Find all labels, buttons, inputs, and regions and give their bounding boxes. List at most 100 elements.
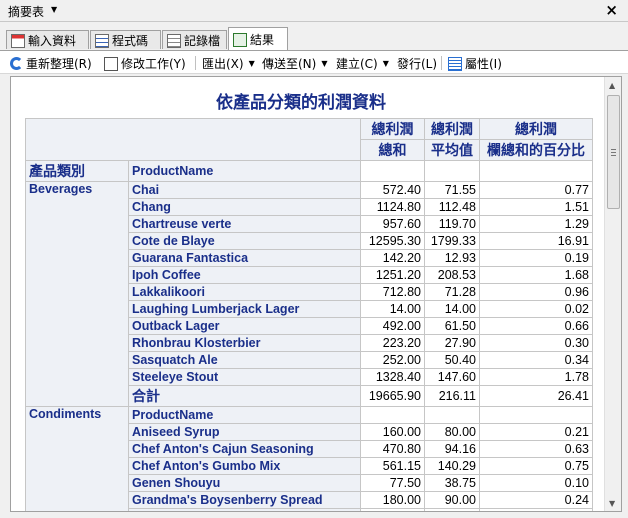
col-header-avg-l1: 總利潤 bbox=[424, 118, 480, 140]
properties-label: 屬性(I) bbox=[465, 57, 502, 71]
sum-cell: 957.60 bbox=[360, 215, 425, 233]
product-name-cell: Genen Shouyu bbox=[128, 474, 361, 492]
blank-cell bbox=[360, 406, 425, 424]
col-header-pct-l1: 總利潤 bbox=[479, 118, 593, 140]
refresh-button[interactable]: 重新整理(R) bbox=[10, 55, 92, 72]
avg-cell: 208.53 bbox=[424, 266, 480, 284]
total-avg-cell: 216.11 bbox=[424, 385, 480, 407]
sum-cell: 703.10 bbox=[360, 508, 425, 511]
scroll-up-icon[interactable]: ▲ bbox=[609, 81, 615, 90]
chevron-down-icon: ▼ bbox=[382, 59, 389, 68]
publish-button[interactable]: 發行(L) bbox=[397, 55, 437, 72]
sum-cell: 142.20 bbox=[360, 249, 425, 267]
avg-cell: 140.29 bbox=[424, 457, 480, 475]
avg-cell: 61.50 bbox=[424, 317, 480, 335]
blank-cell bbox=[424, 160, 480, 182]
toolbar-separator bbox=[441, 56, 442, 70]
group-header-row: Condiments ProductName bbox=[25, 406, 593, 511]
tab-label: 記錄檔 bbox=[184, 34, 221, 48]
category-cell: Condiments bbox=[25, 406, 129, 511]
product-name-cell: Aniseed Syrup bbox=[128, 423, 361, 441]
sum-cell: 12595.30 bbox=[360, 232, 425, 250]
col-header-avg-l2: 平均值 bbox=[424, 139, 480, 161]
product-name-cell: Gula Malacca bbox=[128, 508, 361, 511]
log-icon bbox=[167, 33, 181, 48]
tab-code[interactable]: 程式碼 bbox=[90, 30, 161, 49]
sum-cell: 1251.20 bbox=[360, 266, 425, 284]
pct-cell: 0.77 bbox=[479, 181, 593, 199]
product-name-cell: Guarana Fantastica bbox=[128, 249, 361, 267]
send-to-menu-button[interactable]: 傳送至(N) ▼ bbox=[262, 55, 328, 72]
product-name-cell: Chef Anton's Cajun Seasoning bbox=[128, 440, 361, 458]
scrollbar-thumb[interactable] bbox=[607, 95, 620, 209]
modify-task-icon bbox=[104, 56, 118, 71]
tab-input-data[interactable]: 輸入資料 bbox=[6, 30, 89, 49]
properties-button[interactable]: 屬性(I) bbox=[448, 55, 502, 72]
product-name-cell: Steeleye Stout bbox=[128, 368, 361, 386]
pct-cell: 0.19 bbox=[479, 249, 593, 267]
avg-cell: 112.48 bbox=[424, 198, 480, 216]
pct-cell: 0.63 bbox=[479, 440, 593, 458]
sum-cell: 14.00 bbox=[360, 300, 425, 318]
create-menu-button[interactable]: 建立(C) ▼ bbox=[336, 55, 389, 72]
pct-cell: 1.29 bbox=[479, 215, 593, 233]
category-cell: Beverages bbox=[25, 181, 129, 407]
pct-cell: 0.24 bbox=[479, 491, 593, 509]
col-header-sum-l1: 總利潤 bbox=[360, 118, 425, 140]
avg-cell: 12.93 bbox=[424, 249, 480, 267]
chevron-down-icon: ▼ bbox=[248, 59, 255, 68]
sum-cell: 1328.40 bbox=[360, 368, 425, 386]
pct-cell: 0.10 bbox=[479, 474, 593, 492]
sum-cell: 180.00 bbox=[360, 491, 425, 509]
blank-cell bbox=[360, 160, 425, 182]
avg-cell: 71.28 bbox=[424, 283, 480, 301]
sum-cell: 252.00 bbox=[360, 351, 425, 369]
product-name-cell: Outback Lager bbox=[128, 317, 361, 335]
total-pct-cell: 26.41 bbox=[479, 385, 593, 407]
toolbar-separator bbox=[195, 56, 196, 70]
vertical-scrollbar[interactable]: ▲ ▼ bbox=[604, 77, 621, 511]
properties-icon bbox=[448, 56, 462, 71]
blank-cell bbox=[479, 406, 593, 424]
product-name-cell: Rhonbrau Klosterbier bbox=[128, 334, 361, 352]
close-icon[interactable]: × bbox=[605, 1, 618, 19]
tab-results[interactable]: 結果 bbox=[228, 27, 288, 50]
publish-label: 發行(L) bbox=[397, 57, 438, 71]
data-table-icon bbox=[11, 33, 25, 48]
col-header-sum-l2: 總和 bbox=[360, 139, 425, 161]
tab-label: 程式碼 bbox=[112, 34, 149, 48]
pct-cell: 1.68 bbox=[479, 266, 593, 284]
report-viewer[interactable]: 依產品分類的利潤資料 總利潤 總利潤 總利潤 總和 平均值 欄總和的百分比 產品… bbox=[10, 76, 622, 512]
code-icon bbox=[95, 33, 109, 48]
product-name-cell: Chai bbox=[128, 181, 361, 199]
product-name-cell: Chartreuse verte bbox=[128, 215, 361, 233]
tab-label: 輸入資料 bbox=[28, 34, 77, 48]
pct-cell: 0.75 bbox=[479, 457, 593, 475]
pct-cell: 0.96 bbox=[479, 283, 593, 301]
refresh-icon bbox=[10, 57, 23, 70]
sum-cell: 223.20 bbox=[360, 334, 425, 352]
sum-cell: 492.00 bbox=[360, 317, 425, 335]
column-header-row-1: 總利潤 總利潤 總利潤 bbox=[25, 118, 593, 161]
modify-task-button[interactable]: 修改工作(Y) bbox=[104, 55, 186, 72]
avg-cell: 147.60 bbox=[424, 368, 480, 386]
product-name-cell: Sasquatch Ale bbox=[128, 351, 361, 369]
results-toolbar: 重新整理(R) 修改工作(Y) 匯出(X) ▼ 傳送至(N) ▼ 建立(C) ▼… bbox=[0, 50, 628, 74]
product-name-cell: Grandma's Boysenberry Spread bbox=[128, 491, 361, 509]
grip-icon bbox=[611, 155, 616, 156]
tab-log[interactable]: 記錄檔 bbox=[162, 30, 227, 49]
avg-cell: 140.62 bbox=[424, 508, 480, 511]
row-header-row: 產品類別 ProductName bbox=[25, 160, 593, 182]
pct-cell: 0.94 bbox=[479, 508, 593, 511]
product-name-cell: Chef Anton's Gumbo Mix bbox=[128, 457, 361, 475]
scroll-down-icon[interactable]: ▼ bbox=[609, 499, 615, 508]
export-menu-button[interactable]: 匯出(X) ▼ bbox=[202, 55, 255, 72]
pct-cell: 0.02 bbox=[479, 300, 593, 318]
product-name-cell: Chang bbox=[128, 198, 361, 216]
title-menu-dropdown-icon[interactable]: ▼ bbox=[51, 5, 57, 14]
avg-cell: 71.55 bbox=[424, 181, 480, 199]
export-label: 匯出(X) bbox=[202, 57, 244, 71]
refresh-label: 重新整理(R) bbox=[26, 57, 92, 71]
pct-cell: 0.21 bbox=[479, 423, 593, 441]
product-name-cell: Lakkalikoori bbox=[128, 283, 361, 301]
